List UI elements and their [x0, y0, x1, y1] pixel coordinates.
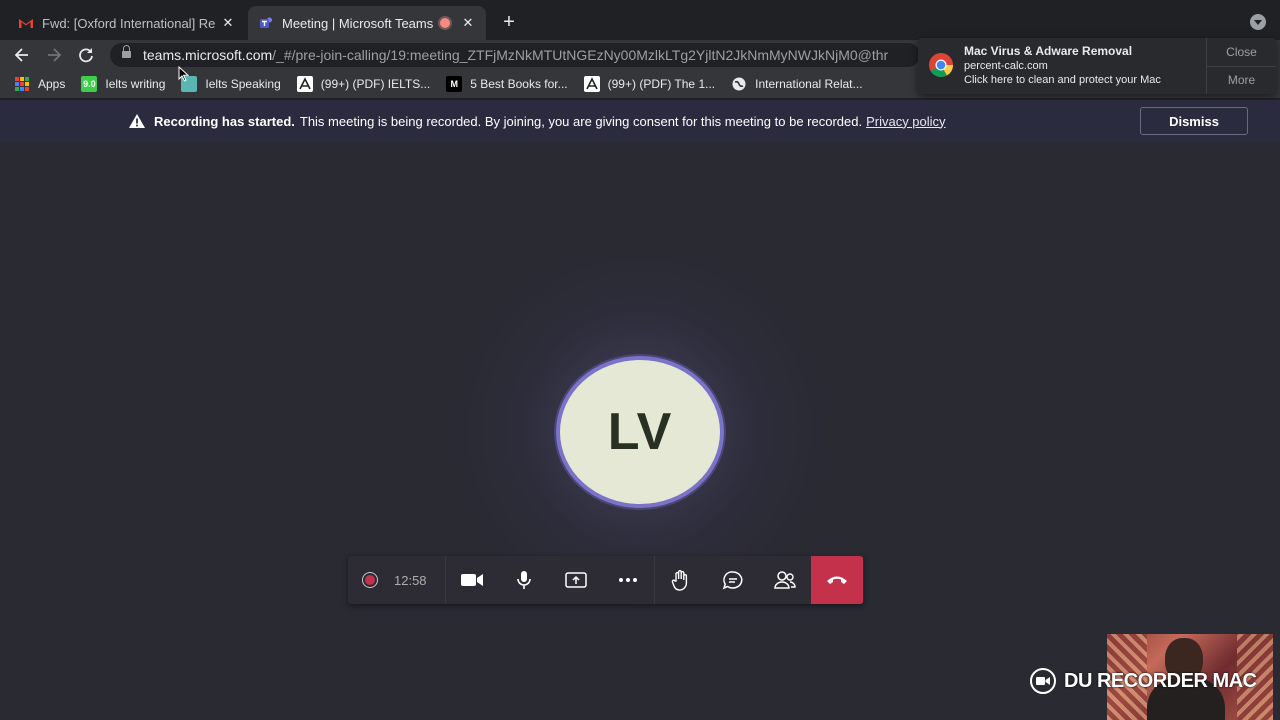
notification-title: Mac Virus & Adware Removal — [964, 44, 1133, 58]
watermark-text: DU RECORDER MAC — [1064, 669, 1257, 692]
notification-body: Mac Virus & Adware Removal percent-calc.… — [964, 38, 1206, 94]
medium-icon: M — [446, 76, 463, 92]
academia-icon — [583, 76, 600, 92]
mouse-cursor-icon — [178, 66, 190, 82]
recorder-watermark: DU RECORDER MAC — [1030, 668, 1257, 694]
chrome-notification[interactable]: Mac Virus & Adware Removal percent-calc.… — [918, 38, 1276, 94]
chat-button[interactable] — [707, 556, 759, 604]
bookmark-label: Ielts Speaking — [205, 77, 281, 91]
bookmark-label: (99+) (PDF) The 1... — [607, 77, 716, 91]
bookmark-international-relat[interactable]: International Relat... — [731, 76, 863, 92]
gmail-icon — [19, 19, 33, 28]
academia-icon — [296, 76, 313, 92]
close-tab-icon[interactable]: ✕ — [220, 15, 236, 31]
bookmark-label: 5 Best Books for... — [470, 77, 568, 91]
video-camera-icon — [1030, 668, 1056, 694]
hang-up-icon — [827, 576, 847, 584]
address-bar[interactable]: teams.microsoft.com /_#/pre-join-calling… — [110, 43, 920, 67]
notification-site: percent-calc.com — [964, 60, 1048, 72]
dismiss-button[interactable]: Dismiss — [1140, 107, 1248, 135]
close-tab-icon[interactable]: ✕ — [460, 15, 476, 31]
share-screen-icon — [565, 572, 587, 588]
call-duration: 12:58 — [394, 572, 427, 588]
bookmark-5-best-books[interactable]: M 5 Best Books for... — [446, 76, 568, 92]
tab-gmail[interactable]: Fwd: [Oxford International] Re ✕ — [8, 6, 246, 40]
notification-close-button[interactable]: Close — [1207, 38, 1276, 67]
9.0-badge-icon: 9.0 — [81, 76, 98, 92]
microphone-icon — [517, 571, 531, 589]
forward-arrow-icon[interactable] — [43, 44, 65, 66]
camera-button[interactable] — [446, 556, 498, 604]
notification-more-button[interactable]: More — [1207, 67, 1276, 95]
participants-icon — [774, 571, 796, 589]
more-actions-button[interactable] — [602, 556, 654, 604]
raise-hand-icon — [671, 570, 688, 591]
tab-search-icon[interactable] — [1250, 14, 1266, 30]
globe-icon — [732, 77, 746, 91]
bookmark-label: Ielts writing — [105, 77, 166, 91]
banner-text: This meeting is being recorded. By joini… — [299, 113, 863, 129]
raise-hand-button[interactable] — [655, 556, 707, 604]
bookmark-label: Apps — [38, 77, 66, 91]
more-icon — [619, 578, 637, 582]
tab-title: Fwd: [Oxford International] Re — [42, 15, 216, 31]
recording-indicator-icon — [440, 18, 450, 28]
camera-icon — [461, 574, 483, 586]
chat-icon — [722, 571, 743, 590]
warning-icon — [129, 114, 145, 128]
notification-message: Click here to clean and protect your Mac — [964, 74, 1161, 86]
teams-icon — [260, 17, 272, 28]
share-screen-button[interactable] — [550, 556, 602, 604]
participant-avatar: LV — [556, 356, 724, 508]
bookmark-ielts-writing[interactable]: 9.0 Ielts writing — [81, 76, 165, 92]
bookmark-apps[interactable]: Apps — [14, 76, 65, 92]
back-arrow-icon[interactable] — [11, 44, 33, 66]
tab-strip: Fwd: [Oxford International] Re ✕ Meeting… — [0, 0, 1280, 40]
banner-title: Recording has started. — [154, 113, 295, 129]
apps-grid-icon — [14, 76, 30, 92]
url-path: /_#/pre-join-calling/19:meeting_ZTFjMzNk… — [272, 47, 889, 63]
recording-timer: 12:58 — [348, 556, 446, 604]
notification-actions: Close More — [1206, 38, 1276, 94]
call-controls: 12:58 — [348, 556, 864, 604]
bookmark-ielts-speaking[interactable]: Ielts Speaking — [181, 76, 281, 92]
tab-title: Meeting | Microsoft Teams — [282, 15, 434, 31]
lock-icon — [122, 45, 131, 60]
leave-call-button[interactable] — [811, 556, 863, 604]
bookmark-label: International Relat... — [755, 77, 863, 91]
privacy-policy-link[interactable]: Privacy policy — [866, 114, 945, 129]
participants-button[interactable] — [759, 556, 811, 604]
bookmark-pdf-the-1[interactable]: (99+) (PDF) The 1... — [583, 76, 716, 92]
url-domain: teams.microsoft.com — [143, 47, 273, 63]
reload-icon[interactable] — [75, 44, 97, 66]
tab-teams[interactable]: Meeting | Microsoft Teams ✕ — [248, 6, 486, 40]
recording-banner: Recording has started. This meeting is b… — [0, 100, 1280, 142]
bookmark-label: (99+) (PDF) IELTS... — [320, 77, 431, 91]
microphone-button[interactable] — [498, 556, 550, 604]
bookmark-pdf-ielts[interactable]: (99+) (PDF) IELTS... — [296, 76, 431, 92]
chrome-icon — [929, 53, 953, 78]
new-tab-button[interactable]: + — [498, 12, 520, 34]
recording-icon — [362, 572, 378, 588]
